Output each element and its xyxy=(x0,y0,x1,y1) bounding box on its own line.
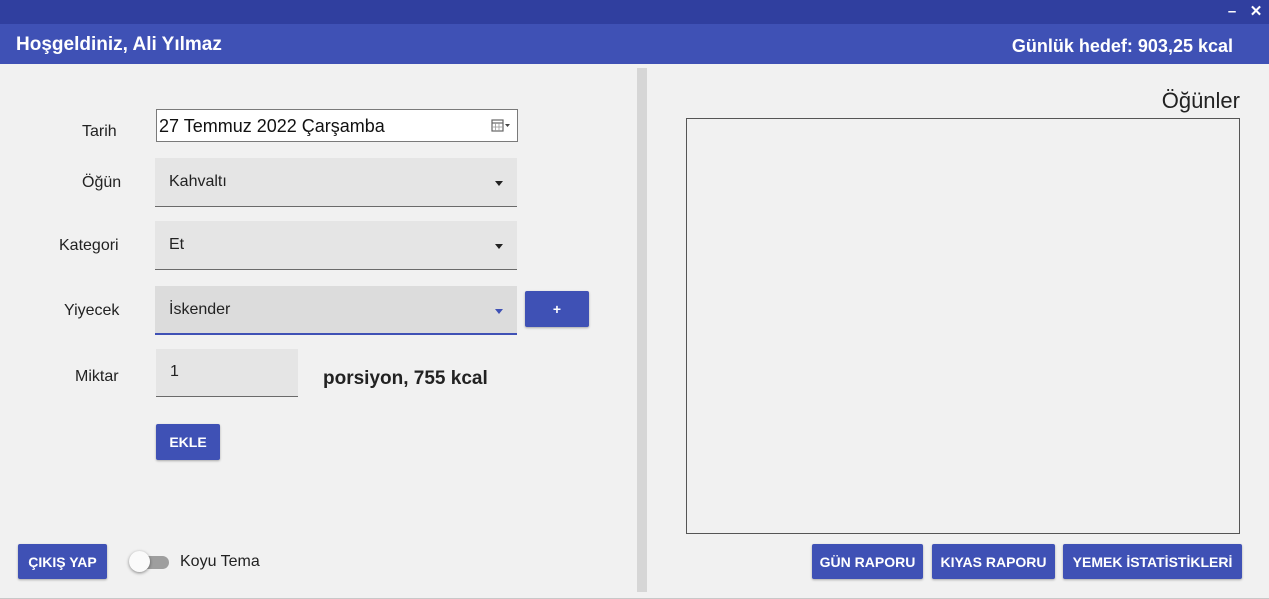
date-value: 27 Temmuz 2022 Çarşamba xyxy=(159,116,385,136)
meals-title: Öğünler xyxy=(1161,88,1240,113)
day-report-button[interactable]: GÜN RAPORU xyxy=(812,544,923,579)
add-button[interactable]: EKLE xyxy=(156,424,220,460)
food-entry-panel: Tarih 27 Temmuz 2022 Çarşamba Öğün Kahva… xyxy=(0,64,637,599)
calendar-icon[interactable] xyxy=(491,119,511,133)
meal-select[interactable]: Kahvaltı xyxy=(155,158,517,207)
amount-value: 1 xyxy=(170,363,179,380)
chevron-down-icon xyxy=(495,181,503,186)
portion-calorie-text: porsiyon, 755 kcal xyxy=(323,368,488,389)
chevron-down-icon xyxy=(495,309,503,314)
category-value: Et xyxy=(169,236,185,253)
food-label: Yiyecek xyxy=(64,302,120,319)
add-food-button[interactable]: + xyxy=(525,291,589,327)
panel-divider-scrollbar[interactable] xyxy=(637,68,647,592)
minimize-icon[interactable]: – xyxy=(1223,2,1241,22)
category-label: Kategori xyxy=(59,237,119,254)
date-label: Tarih xyxy=(82,123,117,140)
food-select[interactable]: İskender xyxy=(155,286,517,335)
close-icon[interactable]: ✕ xyxy=(1247,2,1265,22)
chevron-down-icon xyxy=(495,244,503,249)
logout-button[interactable]: ÇIKIŞ YAP xyxy=(18,544,107,579)
amount-label: Miktar xyxy=(75,368,119,385)
window-titlebar: – ✕ xyxy=(0,0,1269,24)
welcome-text: Hoşgeldiniz, Ali Yılmaz xyxy=(16,34,222,55)
amount-input[interactable]: 1 xyxy=(156,349,298,397)
food-value: İskender xyxy=(169,301,231,318)
meals-list[interactable] xyxy=(686,118,1240,534)
date-picker[interactable]: 27 Temmuz 2022 Çarşamba xyxy=(156,109,518,142)
category-select[interactable]: Et xyxy=(155,221,517,270)
daily-goal-text: Günlük hedef: 903,25 kcal xyxy=(1011,36,1233,56)
meal-label: Öğün xyxy=(82,174,122,191)
meals-panel: Öğünler GÜN RAPORU KIYAS RAPORU YEMEK İS… xyxy=(647,64,1269,599)
dark-theme-label: Koyu Tema xyxy=(180,553,260,570)
food-stats-button[interactable]: YEMEK İSTATİSTİKLERİ xyxy=(1063,544,1242,579)
dark-theme-toggle[interactable] xyxy=(129,551,169,573)
toggle-knob xyxy=(129,551,150,572)
app-header: Hoşgeldiniz, Ali Yılmaz Günlük hedef: 90… xyxy=(0,24,1269,64)
meal-value: Kahvaltı xyxy=(169,173,227,190)
compare-report-button[interactable]: KIYAS RAPORU xyxy=(932,544,1055,579)
